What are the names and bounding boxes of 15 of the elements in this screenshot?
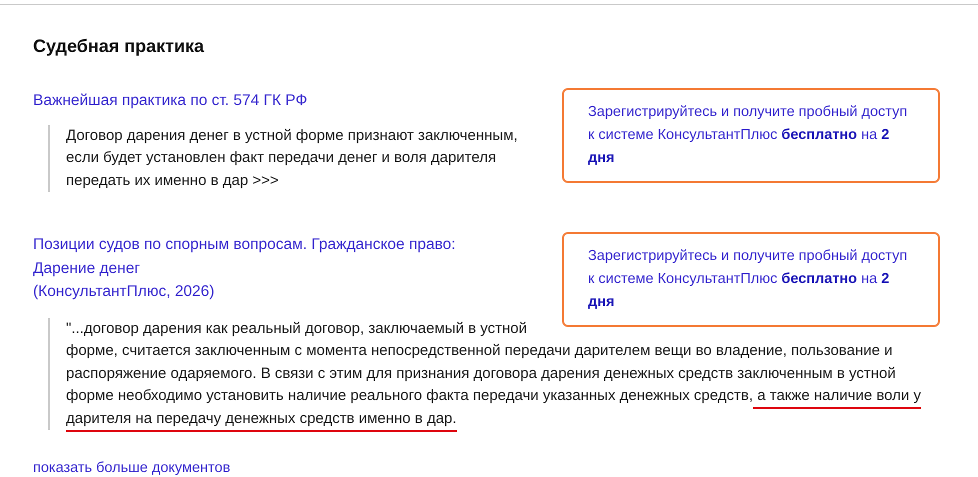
quote-text: форме, считается заключенным с момента непосредственной передачи дарителем вещи во владение, пользование и [66,342,892,359]
underlined-quote-text: дарителя на передачу денежных средств именно в дар. [66,410,457,432]
underlined-quote-text: а также наличие воли у [753,387,921,409]
quote-text: "...договор дарения как реальный договор, заключаемый в устной [66,320,527,336]
section-title: Судебная практика [33,35,206,58]
more-documents-link[interactable]: показать больше документов [33,458,230,477]
quote-text: если будет установлен факт передачи денег и воля дарителя [66,149,496,166]
trial-promo-banner[interactable]: Зарегистрируйтесь и получите пробный доступ к системе КонсультантПлюс бесплатно на 2 дня [562,232,940,327]
quote-text: распоряжение одаряемого. В связи с этим для признания договора дарения денежных средств заключенным в устной [66,364,896,382]
document-link[interactable]: Важнейшая практика по ст. 574 ГК РФ [33,89,308,112]
quote-text: форме необходимо установить наличие реального факта передачи указанных денежных средств, [66,387,754,404]
quote-text: Договор дарения денег в устной форме признают заключенным, [66,126,518,144]
trial-promo-banner[interactable]: Зарегистрируйтесь и получите пробный доступ к системе КонсультантПлюс бесплатно на 2 дня [562,88,940,183]
quote-text: передать их именно в дар >>> [66,172,279,188]
document-link[interactable]: Позиции судов по спорным вопросам. Гражданское право: Дарение денег (КонсультантПлюс, 2026) [33,233,456,304]
